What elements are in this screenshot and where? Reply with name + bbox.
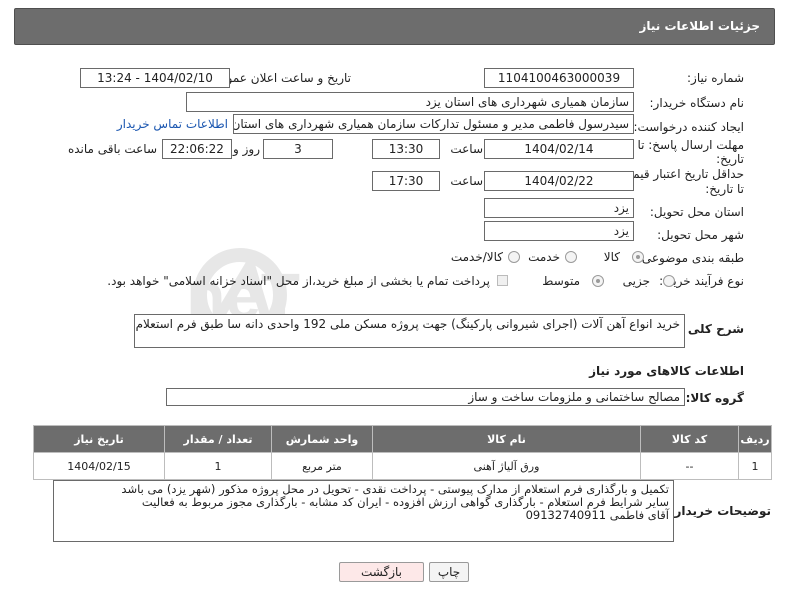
cell-unit: متر مربع <box>271 452 373 480</box>
purchase-radio-minor[interactable] <box>663 275 675 287</box>
header-panel: جزئیات اطلاعات نیاز <box>14 8 775 45</box>
col-row: ردیف <box>738 425 772 453</box>
deadline-label-2: تاریخ: <box>716 152 744 166</box>
announce-datetime-field[interactable]: 1404/02/10 - 13:24 <box>80 68 230 88</box>
description-textarea[interactable]: خرید انواع آهن آلات (اجرای شیروانی پارکی… <box>134 314 685 348</box>
buyer-notes-label: توضیحات خریدار: <box>669 504 771 518</box>
buyer-notes-line: آقای فاطمی 09132740911 <box>525 508 669 522</box>
treasury-payment-checkbox[interactable] <box>497 275 508 286</box>
buyer-org-field[interactable]: سازمان همیاری شهرداری های استان یزد <box>186 92 634 112</box>
purchase-option-minor: جزیی <box>622 274 650 288</box>
col-quantity: تعداد / مقدار <box>164 425 272 453</box>
creator-label: ایجاد کننده درخواست: <box>633 120 744 134</box>
buyer-org-label: نام دستگاه خریدار: <box>649 96 745 110</box>
remaining-time-label: ساعت باقی مانده <box>67 142 157 156</box>
category-radio-goods-service[interactable] <box>508 251 520 263</box>
col-unit: واحد شمارش <box>271 425 373 453</box>
creator-field[interactable]: سیدرسول فاطمی مدیر و مسئول تدارکات سازما… <box>233 114 634 134</box>
goods-group-field[interactable]: مصالح ساختمانی و ملزومات ساخت و ساز <box>166 388 685 406</box>
buyer-notes-textarea[interactable]: تکمیل و بارگذاری فرم استعلام از مدارک پی… <box>53 480 674 542</box>
category-option-service: خدمت <box>528 250 560 264</box>
category-radio-goods[interactable] <box>632 251 644 263</box>
purchase-radio-medium[interactable] <box>592 275 604 287</box>
category-option-goods-service: کالا/خدمت <box>450 250 503 264</box>
validity-label: حداقل تاریخ اعتبار قیمت: <box>617 167 744 181</box>
purchase-option-medium: متوسط <box>542 274 580 288</box>
city-field[interactable]: یزد <box>484 221 634 241</box>
page-title: جزئیات اطلاعات نیاز <box>639 19 760 33</box>
province-field[interactable]: یزد <box>484 198 634 218</box>
deadline-label: مهلت ارسال پاسخ: تا <box>637 138 744 152</box>
contact-buyer-link[interactable]: اطلاعات تماس خریدار <box>117 117 228 131</box>
goods-section-title: اطلاعات کالاهای مورد نیاز <box>589 364 744 378</box>
deadline-time-field[interactable]: 13:30 <box>372 139 440 159</box>
province-label: استان محل تحویل: <box>649 205 744 219</box>
col-item-code: کد کالا <box>640 425 739 453</box>
goods-group-label: گروه کالا: <box>685 391 744 405</box>
days-label: روز و <box>233 142 260 156</box>
city-label: شهر محل تحویل: <box>657 228 744 242</box>
need-number-label: شماره نیاز: <box>687 71 744 85</box>
cell-need-date: 1404/02/15 <box>33 452 165 480</box>
remaining-time-field[interactable]: 22:06:22 <box>162 139 232 159</box>
days-remaining-field[interactable]: 3 <box>263 139 333 159</box>
validity-date-field[interactable]: 1404/02/22 <box>484 171 634 191</box>
cell-item-name: ورق آلیاژ آهنی <box>372 452 641 480</box>
need-number-field[interactable]: 1104100463000039 <box>484 68 634 88</box>
col-need-date: تاریخ نیاز <box>33 425 165 453</box>
cell-item-code: -- <box>640 452 739 480</box>
goods-table: ردیف کد کالا نام کالا واحد شمارش تعداد /… <box>33 425 772 480</box>
category-label: طبقه بندی موضوعی: <box>637 251 744 265</box>
category-option-goods: کالا <box>603 250 620 264</box>
cell-row: 1 <box>738 452 772 480</box>
back-button[interactable]: بازگشت <box>339 562 424 582</box>
validity-time-label: ساعت <box>450 174 483 188</box>
treasury-payment-note: پرداخت تمام یا بخشی از مبلغ خرید،از محل … <box>107 274 490 288</box>
deadline-date-field[interactable]: 1404/02/14 <box>484 139 634 159</box>
print-button[interactable]: چاپ <box>429 562 469 582</box>
validity-time-field[interactable]: 17:30 <box>372 171 440 191</box>
category-radio-service[interactable] <box>565 251 577 263</box>
cell-quantity: 1 <box>164 452 272 480</box>
validity-label-2: تا تاریخ: <box>705 182 744 196</box>
col-item-name: نام کالا <box>372 425 641 453</box>
table-row: 1 -- ورق آلیاژ آهنی متر مربع 1 1404/02/1… <box>33 452 772 480</box>
deadline-time-label: ساعت <box>450 142 483 156</box>
